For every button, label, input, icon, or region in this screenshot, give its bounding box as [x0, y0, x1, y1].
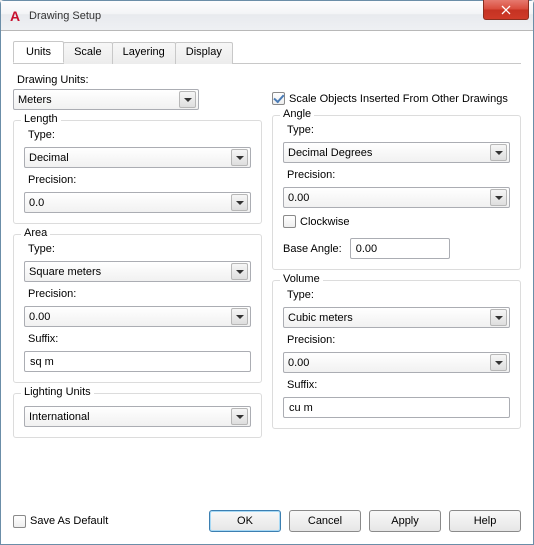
chevron-down-icon	[231, 308, 248, 325]
drawing-units-select[interactable]: Meters	[13, 89, 199, 110]
checkbox-icon	[272, 92, 285, 105]
ok-button[interactable]: OK	[209, 510, 281, 532]
close-icon	[501, 5, 511, 15]
area-precision-select[interactable]: 0.00	[24, 306, 251, 327]
volume-precision-select[interactable]: 0.00	[283, 352, 510, 373]
area-suffix-input[interactable]: sq m	[24, 351, 251, 372]
scale-inserted-label: Scale Objects Inserted From Other Drawin…	[289, 93, 508, 105]
volume-type-value: Cubic meters	[288, 312, 353, 324]
volume-legend: Volume	[280, 273, 323, 285]
cancel-button[interactable]: Cancel	[289, 510, 361, 532]
angle-precision-select[interactable]: 0.00	[283, 187, 510, 208]
area-suffix-label: Suffix:	[28, 333, 251, 345]
app-icon: A	[7, 8, 23, 24]
length-precision-value: 0.0	[29, 197, 44, 209]
length-precision-label: Precision:	[28, 174, 251, 186]
drawing-units-label: Drawing Units:	[17, 74, 262, 86]
angle-group: Angle Type: Decimal Degrees Precision: 0…	[272, 115, 521, 270]
base-angle-label: Base Angle:	[283, 243, 342, 255]
chevron-down-icon	[231, 149, 248, 166]
drawing-units-value: Meters	[18, 94, 52, 106]
title-bar: A Drawing Setup	[1, 1, 533, 31]
scale-inserted-checkbox[interactable]: Scale Objects Inserted From Other Drawin…	[272, 92, 521, 105]
angle-precision-label: Precision:	[287, 169, 510, 181]
chevron-down-icon	[490, 309, 507, 326]
angle-legend: Angle	[280, 108, 314, 120]
clockwise-label: Clockwise	[300, 216, 350, 228]
angle-precision-value: 0.00	[288, 192, 309, 204]
chevron-down-icon	[490, 354, 507, 371]
area-precision-label: Precision:	[28, 288, 251, 300]
clockwise-checkbox[interactable]: Clockwise	[283, 215, 510, 228]
area-group: Area Type: Square meters Precision: 0.00…	[13, 234, 262, 383]
checkbox-icon	[283, 215, 296, 228]
length-type-label: Type:	[28, 129, 251, 141]
chevron-down-icon	[231, 194, 248, 211]
window-title: Drawing Setup	[29, 10, 101, 22]
chevron-down-icon	[231, 408, 248, 425]
length-group: Length Type: Decimal Precision: 0.0	[13, 120, 262, 224]
volume-group: Volume Type: Cubic meters Precision: 0.0…	[272, 280, 521, 429]
length-type-select[interactable]: Decimal	[24, 147, 251, 168]
volume-precision-label: Precision:	[287, 334, 510, 346]
length-type-value: Decimal	[29, 152, 69, 164]
volume-type-label: Type:	[287, 289, 510, 301]
volume-suffix-input[interactable]: cu m	[283, 397, 510, 418]
base-angle-input[interactable]: 0.00	[350, 238, 450, 259]
tab-scale[interactable]: Scale	[63, 42, 113, 64]
length-precision-select[interactable]: 0.0	[24, 192, 251, 213]
angle-type-value: Decimal Degrees	[288, 147, 372, 159]
lighting-units-value: International	[29, 411, 90, 423]
close-button[interactable]	[483, 0, 529, 20]
area-type-label: Type:	[28, 243, 251, 255]
lighting-group: Lighting Units International	[13, 393, 262, 438]
apply-button[interactable]: Apply	[369, 510, 441, 532]
volume-precision-value: 0.00	[288, 357, 309, 369]
volume-suffix-label: Suffix:	[287, 379, 510, 391]
area-type-select[interactable]: Square meters	[24, 261, 251, 282]
tab-bar: Units Scale Layering Display	[13, 41, 521, 64]
length-legend: Length	[21, 113, 61, 125]
angle-type-select[interactable]: Decimal Degrees	[283, 142, 510, 163]
area-type-value: Square meters	[29, 266, 101, 278]
tab-units[interactable]: Units	[13, 41, 64, 63]
lighting-legend: Lighting Units	[21, 386, 94, 398]
chevron-down-icon	[490, 189, 507, 206]
chevron-down-icon	[231, 263, 248, 280]
save-as-default-label: Save As Default	[30, 515, 108, 527]
angle-type-label: Type:	[287, 124, 510, 136]
save-as-default-checkbox[interactable]: Save As Default	[13, 515, 108, 528]
volume-type-select[interactable]: Cubic meters	[283, 307, 510, 328]
help-button[interactable]: Help	[449, 510, 521, 532]
area-legend: Area	[21, 227, 50, 239]
chevron-down-icon	[179, 91, 196, 108]
chevron-down-icon	[490, 144, 507, 161]
tab-display[interactable]: Display	[175, 42, 233, 64]
lighting-units-select[interactable]: International	[24, 406, 251, 427]
area-precision-value: 0.00	[29, 311, 50, 323]
checkbox-icon	[13, 515, 26, 528]
tab-layering[interactable]: Layering	[112, 42, 176, 64]
